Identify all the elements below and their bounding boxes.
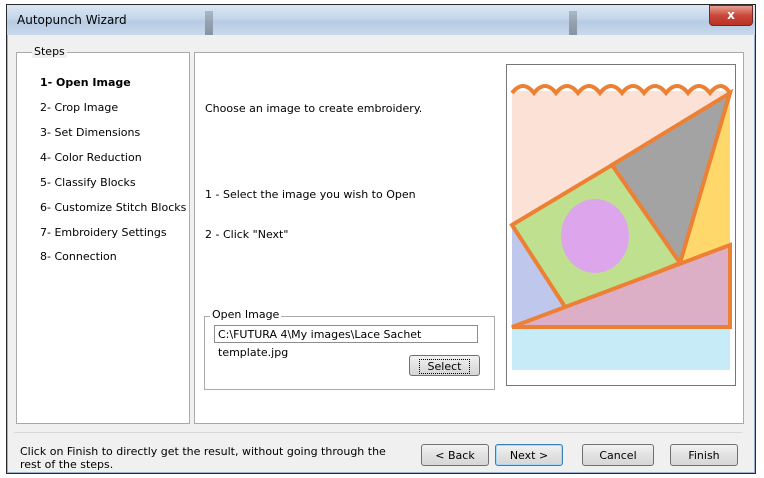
instruction-select: 1 - Select the image you wish to Open [205, 188, 416, 201]
select-button[interactable]: Select [409, 355, 480, 376]
preview-circle [561, 199, 629, 273]
close-button[interactable]: x [709, 5, 753, 26]
back-button[interactable]: < Back [421, 444, 489, 466]
footer-separator [14, 432, 742, 433]
intro-text: Choose an image to create embroidery. [205, 102, 423, 115]
open-image-legend: Open Image [210, 308, 282, 321]
step-embroidery-settings: 7- Embroidery Settings [40, 226, 167, 239]
titlebar-decoration [569, 11, 577, 35]
select-button-label: Select [418, 359, 471, 374]
image-path-field[interactable]: C:\FUTURA 4\My images\Lace Sachet templa… [214, 325, 478, 359]
steps-legend: Steps [32, 45, 67, 58]
step-color-reduction: 4- Color Reduction [40, 151, 142, 164]
close-icon: x [727, 8, 735, 22]
titlebar-decoration [205, 11, 213, 35]
step-customize-stitch-blocks: 6- Customize Stitch Blocks [40, 201, 187, 214]
footer-hint: Click on Finish to directly get the resu… [20, 445, 386, 471]
step-crop-image: 2- Crop Image [40, 101, 119, 114]
step-classify-blocks: 5- Classify Blocks [40, 176, 136, 189]
window-title: Autopunch Wizard [17, 13, 127, 27]
next-button[interactable]: Next > [495, 444, 563, 466]
preview-image [509, 84, 734, 370]
step-connection: 8- Connection [40, 250, 117, 263]
title-bar[interactable]: Autopunch Wizard x [7, 5, 755, 35]
instruction-next: 2 - Click "Next" [205, 228, 289, 241]
image-preview [506, 64, 736, 386]
step-set-dimensions: 3- Set Dimensions [40, 126, 141, 139]
step-open-image: 1- Open Image [40, 76, 131, 89]
cancel-button[interactable]: Cancel [582, 444, 654, 466]
finish-button[interactable]: Finish [670, 444, 738, 466]
